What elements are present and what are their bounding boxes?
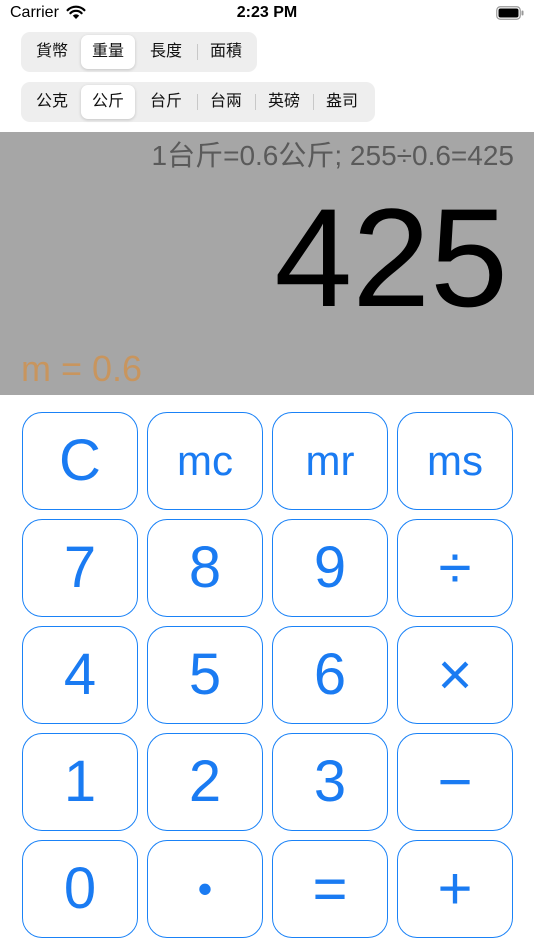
- clock: 2:23 PM: [236, 4, 298, 21]
- result-value: 425: [274, 179, 508, 336]
- conversion-formula: 1台斤=0.6公斤; 255÷0.6=425: [151, 140, 514, 171]
- digit-8-button[interactable]: 8: [147, 519, 263, 617]
- segment-kilogram[interactable]: 公斤: [81, 85, 135, 119]
- segment-currency[interactable]: 貨幣: [23, 35, 81, 69]
- divide-button[interactable]: ÷: [397, 519, 513, 617]
- memory-store-button[interactable]: ms: [397, 412, 513, 510]
- segment-gram[interactable]: 公克: [23, 85, 81, 119]
- calculator-display: 1台斤=0.6公斤; 255÷0.6=425 425 m = 0.6: [0, 132, 534, 395]
- memory-clear-button[interactable]: mc: [147, 412, 263, 510]
- digit-3-button[interactable]: 3: [272, 733, 388, 831]
- segment-ounce[interactable]: 盎司: [313, 85, 371, 119]
- digit-6-button[interactable]: 6: [272, 626, 388, 724]
- keypad: C mc mr ms 7 8 9 ÷ 4 5 6 × 1 2 3 − 0 • =…: [22, 412, 513, 942]
- segment-weight[interactable]: 重量: [81, 35, 135, 69]
- clear-button[interactable]: C: [22, 412, 138, 510]
- digit-9-button[interactable]: 9: [272, 519, 388, 617]
- digit-0-button[interactable]: 0: [22, 840, 138, 938]
- segment-tai-liang[interactable]: 台兩: [197, 85, 255, 119]
- digit-4-button[interactable]: 4: [22, 626, 138, 724]
- battery-icon: [496, 6, 524, 20]
- digit-2-button[interactable]: 2: [147, 733, 263, 831]
- plus-button[interactable]: +: [397, 840, 513, 938]
- digit-5-button[interactable]: 5: [147, 626, 263, 724]
- digit-7-button[interactable]: 7: [22, 519, 138, 617]
- multiply-button[interactable]: ×: [397, 626, 513, 724]
- segment-area[interactable]: 面積: [197, 35, 255, 69]
- minus-button[interactable]: −: [397, 733, 513, 831]
- digit-1-button[interactable]: 1: [22, 733, 138, 831]
- segment-pound[interactable]: 英磅: [255, 85, 313, 119]
- status-bar: Carrier 2:23 PM: [0, 0, 534, 30]
- segment-length[interactable]: 長度: [135, 35, 197, 69]
- segment-tai-jin[interactable]: 台斤: [135, 85, 197, 119]
- unit-segmented-control: 公克 公斤 台斤 台兩 英磅 盎司: [21, 82, 375, 122]
- memory-value: m = 0.6: [21, 348, 143, 389]
- memory-recall-button[interactable]: mr: [272, 412, 388, 510]
- category-segmented-control: 貨幣 重量 長度 面積: [21, 32, 257, 72]
- equals-button[interactable]: =: [272, 840, 388, 938]
- decimal-point-button[interactable]: •: [147, 840, 263, 938]
